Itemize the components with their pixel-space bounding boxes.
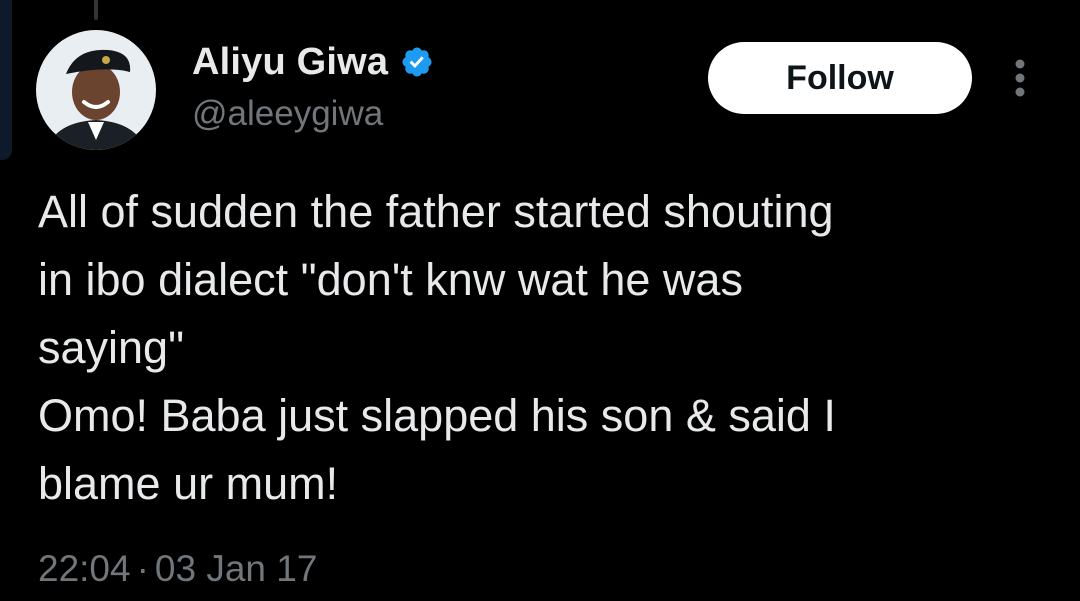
left-edge-strip xyxy=(0,0,12,160)
avatar-photo-icon xyxy=(36,30,156,150)
tweet-text-line: Omo! Baba just slapped his son & said I xyxy=(38,390,836,441)
thread-connector-line xyxy=(94,0,98,20)
verified-badge-icon xyxy=(400,45,434,79)
more-vertical-icon[interactable] xyxy=(1006,56,1034,100)
tweet-text: All of sudden the father started shoutin… xyxy=(38,178,1058,518)
follow-button[interactable]: Follow xyxy=(708,42,972,114)
meta-separator: · xyxy=(136,548,149,589)
user-handle[interactable]: @aleeygiwa xyxy=(192,94,434,134)
avatar[interactable] xyxy=(36,30,156,150)
display-name[interactable]: Aliyu Giwa xyxy=(192,41,388,84)
tweet-time: 22:04 xyxy=(38,548,131,589)
tweet-text-line: in ibo dialect "don't knw wat he was xyxy=(38,254,743,305)
tweet-date: 03 Jan 17 xyxy=(154,548,318,589)
user-info: Aliyu Giwa @aleeygiwa xyxy=(192,36,434,134)
name-row: Aliyu Giwa xyxy=(192,36,434,88)
tweet-text-line: All of sudden the father started shoutin… xyxy=(38,186,834,237)
tweet-text-line: blame ur mum! xyxy=(38,458,339,509)
tweet-timestamp[interactable]: 22:04 · 03 Jan 17 xyxy=(38,548,317,590)
tweet-text-line: saying" xyxy=(38,322,185,373)
